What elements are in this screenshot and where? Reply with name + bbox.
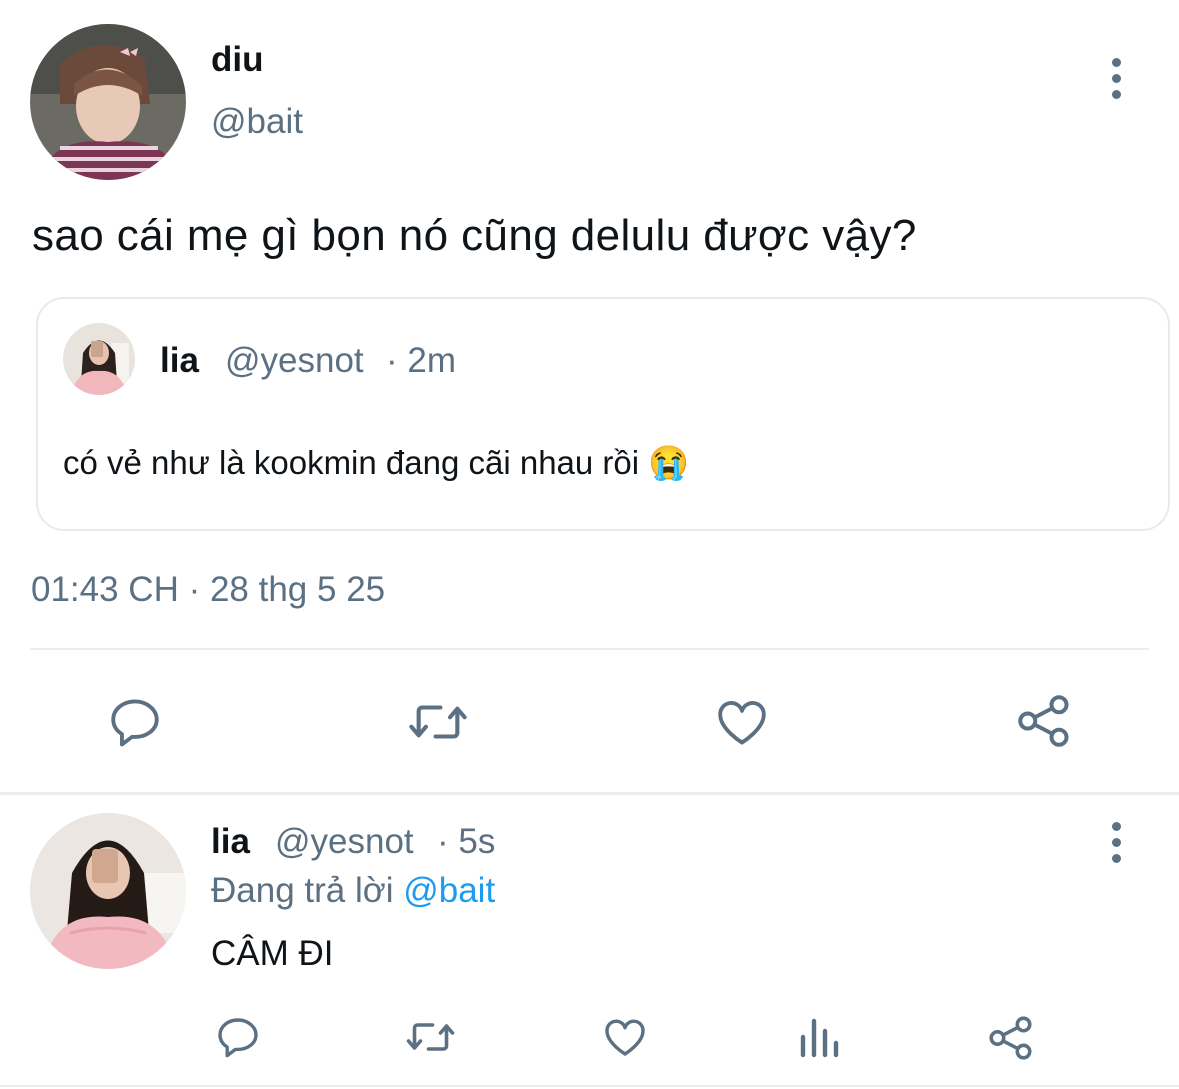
tweet-text: sao cái mẹ gì bọn nó cũng delulu được vậ…	[32, 211, 917, 260]
reply-text: CÂM ĐI	[211, 934, 334, 973]
reply-like-icon[interactable]	[600, 1013, 650, 1061]
reply-icon[interactable]	[106, 693, 164, 751]
reply-author-name[interactable]: lia	[211, 822, 250, 862]
divider	[0, 1085, 1179, 1087]
reply-author-handle[interactable]: @yesnot	[275, 822, 414, 862]
quoted-author-name: lia	[160, 341, 199, 380]
quoted-tweet-text: có vẻ như là kookmin đang cãi nhau rồi 😭	[63, 444, 690, 481]
reply-views-icon[interactable]	[797, 1013, 841, 1061]
reply-share-icon[interactable]	[986, 1013, 1036, 1063]
reply-retweet-icon[interactable]	[403, 1013, 458, 1061]
quoted-author-handle: @yesnot	[225, 341, 364, 380]
quoted-author-avatar	[63, 323, 135, 395]
author-handle[interactable]: @bait	[211, 102, 303, 142]
divider	[0, 792, 1179, 795]
quoted-tweet-card[interactable]	[36, 297, 1170, 531]
tweet-timestamp[interactable]: 01:43 CH · 28 thg 5 25	[31, 570, 385, 610]
replying-to-prefix: Đang trả lời	[211, 871, 394, 910]
replying-to-link[interactable]: @bait	[403, 871, 495, 910]
author-avatar[interactable]	[30, 24, 186, 180]
replying-to: Đang trả lời @bait	[211, 871, 495, 911]
author-display-name[interactable]: diu	[211, 40, 263, 80]
divider	[30, 648, 1149, 650]
reply-author-avatar[interactable]	[30, 813, 186, 969]
reply-more-options-icon[interactable]	[1106, 822, 1126, 863]
like-icon[interactable]	[711, 693, 773, 751]
more-options-icon[interactable]	[1106, 58, 1126, 99]
retweet-icon[interactable]	[405, 693, 471, 751]
reply-time: · 5s	[437, 822, 496, 861]
share-icon[interactable]	[1014, 691, 1074, 751]
reply-reply-icon[interactable]	[214, 1013, 262, 1061]
quoted-time: · 2m	[386, 341, 456, 380]
